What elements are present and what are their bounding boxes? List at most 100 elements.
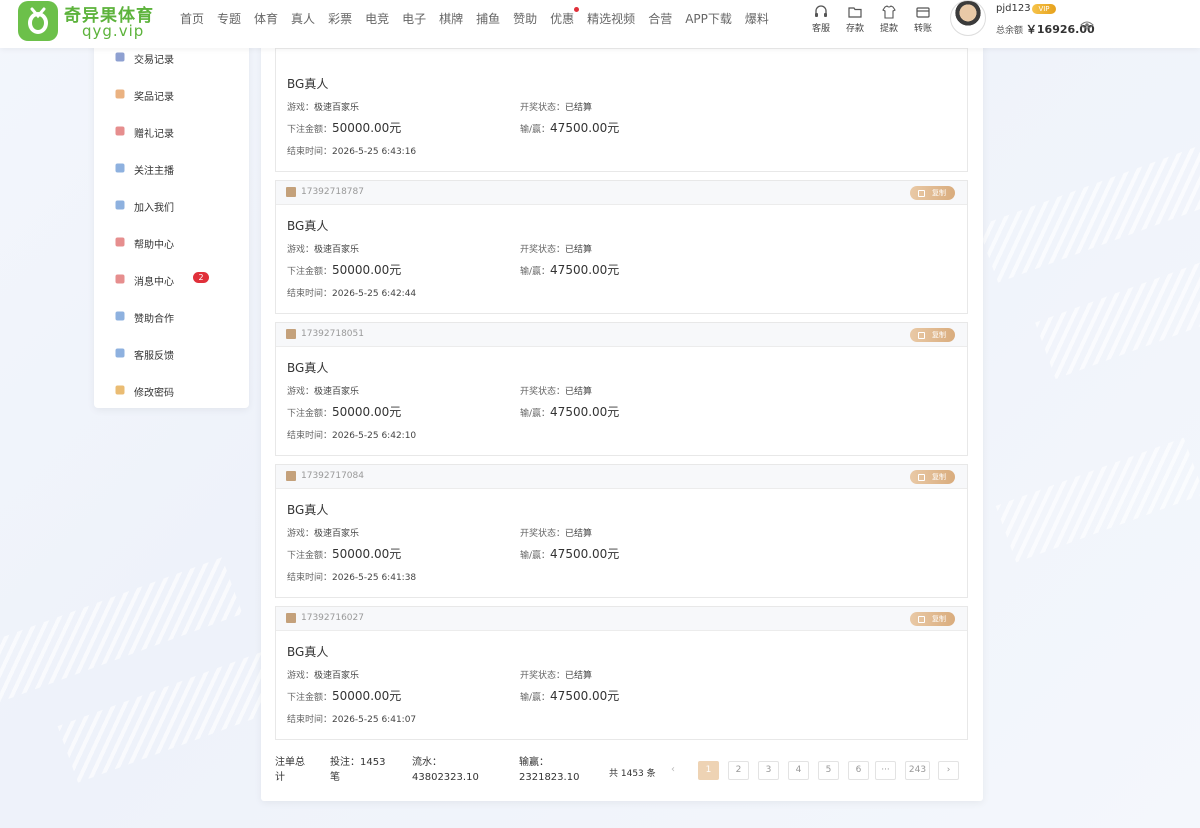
- sidebar-item-1[interactable]: 奖品记录: [94, 85, 249, 105]
- copy-button[interactable]: 复制: [910, 470, 955, 484]
- game-field-label: 游戏：: [287, 387, 315, 397]
- page-button-7[interactable]: 243: [905, 761, 930, 780]
- tool-3[interactable]: 转账: [906, 4, 940, 34]
- sidebar-item-label: 关注主播: [134, 166, 174, 177]
- nav-item-9[interactable]: 赞助: [513, 10, 537, 27]
- document-icon: [286, 329, 296, 339]
- sidebar-item-9[interactable]: 修改密码: [94, 381, 249, 401]
- handshake-icon: [114, 310, 126, 322]
- page-button-2[interactable]: 3: [758, 761, 779, 780]
- game-field-label: 游戏：: [287, 245, 315, 255]
- winloss-field: 输/赢：47500.00元: [520, 119, 619, 136]
- next-page-button[interactable]: ›: [938, 761, 959, 780]
- vip-badge-icon: VIP: [1032, 4, 1056, 14]
- bet-amount-field-value: 50000.00元: [332, 547, 402, 561]
- nav-item-12[interactable]: 合营: [648, 10, 672, 27]
- present-icon: [114, 125, 126, 137]
- game-field: 游戏：极速百家乐: [287, 526, 359, 539]
- copy-button[interactable]: 复制: [910, 328, 955, 342]
- nav-item-11[interactable]: 精选视频: [587, 10, 635, 27]
- status-field-value: 已结算: [565, 387, 593, 397]
- avatar[interactable]: [950, 0, 986, 36]
- tool-1[interactable]: 存款: [838, 4, 872, 34]
- nav-item-6[interactable]: 电子: [402, 10, 426, 27]
- winloss-field-value: 47500.00元: [550, 689, 620, 703]
- copy-button[interactable]: 复制: [910, 186, 955, 200]
- sidebar-item-2[interactable]: 赠礼记录: [94, 122, 249, 142]
- status-field: 开奖状态：已结算: [520, 668, 592, 681]
- end-time-field: 结束时间：2026-5-25 6:42:44: [287, 286, 416, 299]
- prev-page-button[interactable]: ‹: [671, 764, 675, 775]
- tool-2[interactable]: 提款: [872, 4, 906, 34]
- sidebar-item-3[interactable]: 关注主播: [94, 159, 249, 179]
- bet-amount-field: 下注金额：50000.00元: [287, 261, 401, 278]
- ledger-icon: [114, 51, 126, 63]
- sidebar-item-8[interactable]: 客服反馈: [94, 344, 249, 364]
- nav-item-0[interactable]: 首页: [180, 10, 204, 27]
- nav-item-8[interactable]: 捕鱼: [476, 10, 500, 27]
- nav-item-3[interactable]: 真人: [291, 10, 315, 27]
- page-button-6[interactable]: ···: [875, 761, 896, 780]
- sidebar-item-5[interactable]: 帮助中心: [94, 233, 249, 253]
- sidebar-item-7[interactable]: 赞助合作: [94, 307, 249, 327]
- order-number: 17392718051: [301, 329, 364, 339]
- end-time-field-label: 结束时间：: [287, 289, 333, 299]
- game-field: 游戏：极速百家乐: [287, 100, 359, 113]
- bet-amount-field-label: 下注金额：: [287, 125, 333, 135]
- bet-record-card: 17392717084 复制 BG真人 游戏：极速百家乐 开奖状态：已结算 下注金额：50…: [275, 464, 968, 598]
- bet-amount-field: 下注金额：50000.00元: [287, 687, 401, 704]
- page-button-3[interactable]: 4: [788, 761, 809, 780]
- nav-item-2[interactable]: 体育: [254, 10, 278, 27]
- balance-label: 总余额: [996, 26, 1024, 36]
- sidebar-item-0[interactable]: 交易记录: [94, 48, 249, 68]
- kiwi-logo-icon: [18, 1, 58, 41]
- nav-item-5[interactable]: 电竞: [365, 10, 389, 27]
- end-time-field: 结束时间：2026-5-25 6:41:07: [287, 712, 416, 725]
- summary-flow-value: 43802323.10: [412, 772, 479, 783]
- tool-0[interactable]: 客服: [804, 4, 838, 34]
- page-button-5[interactable]: 6: [848, 761, 869, 780]
- status-field: 开奖状态：已结算: [520, 242, 592, 255]
- bet-amount-field-label: 下注金额：: [287, 409, 333, 419]
- people-icon: [114, 199, 126, 211]
- document-icon: [286, 471, 296, 481]
- eye-icon[interactable]: [1080, 20, 1094, 30]
- summary-win-value: 2321823.10: [519, 772, 580, 783]
- hourglass-icon: [114, 236, 126, 248]
- summary-title-line1: 注单总: [275, 757, 305, 768]
- winloss-field-value: 47500.00元: [550, 263, 620, 277]
- brand-url: qyg.vip: [82, 22, 145, 40]
- nav-item-14[interactable]: 爆料: [745, 10, 769, 27]
- sidebar-item-4[interactable]: 加入我们: [94, 196, 249, 216]
- sidebar-item-label: 加入我们: [134, 203, 174, 214]
- bet-records-panel: 17392720097复制BG真人游戏：极速百家乐开奖状态：已结算下注金额：50…: [261, 24, 983, 801]
- username[interactable]: pjd123: [996, 3, 1031, 14]
- document-icon: [286, 613, 296, 623]
- sidebar-item-6[interactable]: 消息中心 2: [94, 270, 249, 290]
- bet-amount-field-label: 下注金额：: [287, 693, 333, 703]
- nav-item-13[interactable]: APP下载: [685, 10, 732, 27]
- sidebar-item-label: 帮助中心: [134, 240, 174, 251]
- nav-item-10[interactable]: 优惠: [550, 7, 580, 27]
- winloss-field-value: 47500.00元: [550, 547, 620, 561]
- record-header: 17392716027 复制: [276, 607, 967, 631]
- main-nav: 首页 专题 体育 真人 彩票 电竞 电子 棋牌 捕鱼 赞助 优惠 精选视频 合营 APP下载 爆料: [180, 7, 782, 27]
- nav-item-1[interactable]: 专题: [217, 10, 241, 27]
- winloss-field: 输/赢：47500.00元: [520, 545, 619, 562]
- sidebar-item-label: 交易记录: [134, 55, 174, 66]
- brand-logo[interactable]: 奇异果体育 qyg.vip: [18, 1, 160, 45]
- copy-button[interactable]: 复制: [910, 612, 955, 626]
- status-field: 开奖状态：已结算: [520, 526, 592, 539]
- end-time-field-label: 结束时间：: [287, 573, 333, 583]
- nav-item-4[interactable]: 彩票: [328, 10, 352, 27]
- winloss-field: 输/赢：47500.00元: [520, 403, 619, 420]
- page-button-0[interactable]: 1: [698, 761, 719, 780]
- order-number: 17392718787: [301, 187, 364, 197]
- nav-item-7[interactable]: 棋牌: [439, 10, 463, 27]
- platform-name: BG真人: [287, 361, 329, 375]
- page-button-1[interactable]: 2: [728, 761, 749, 780]
- bet-amount-field-label: 下注金额：: [287, 267, 333, 277]
- page-button-4[interactable]: 5: [818, 761, 839, 780]
- status-field-label: 开奖状态：: [520, 245, 566, 255]
- record-header: 17392718051 复制: [276, 323, 967, 347]
